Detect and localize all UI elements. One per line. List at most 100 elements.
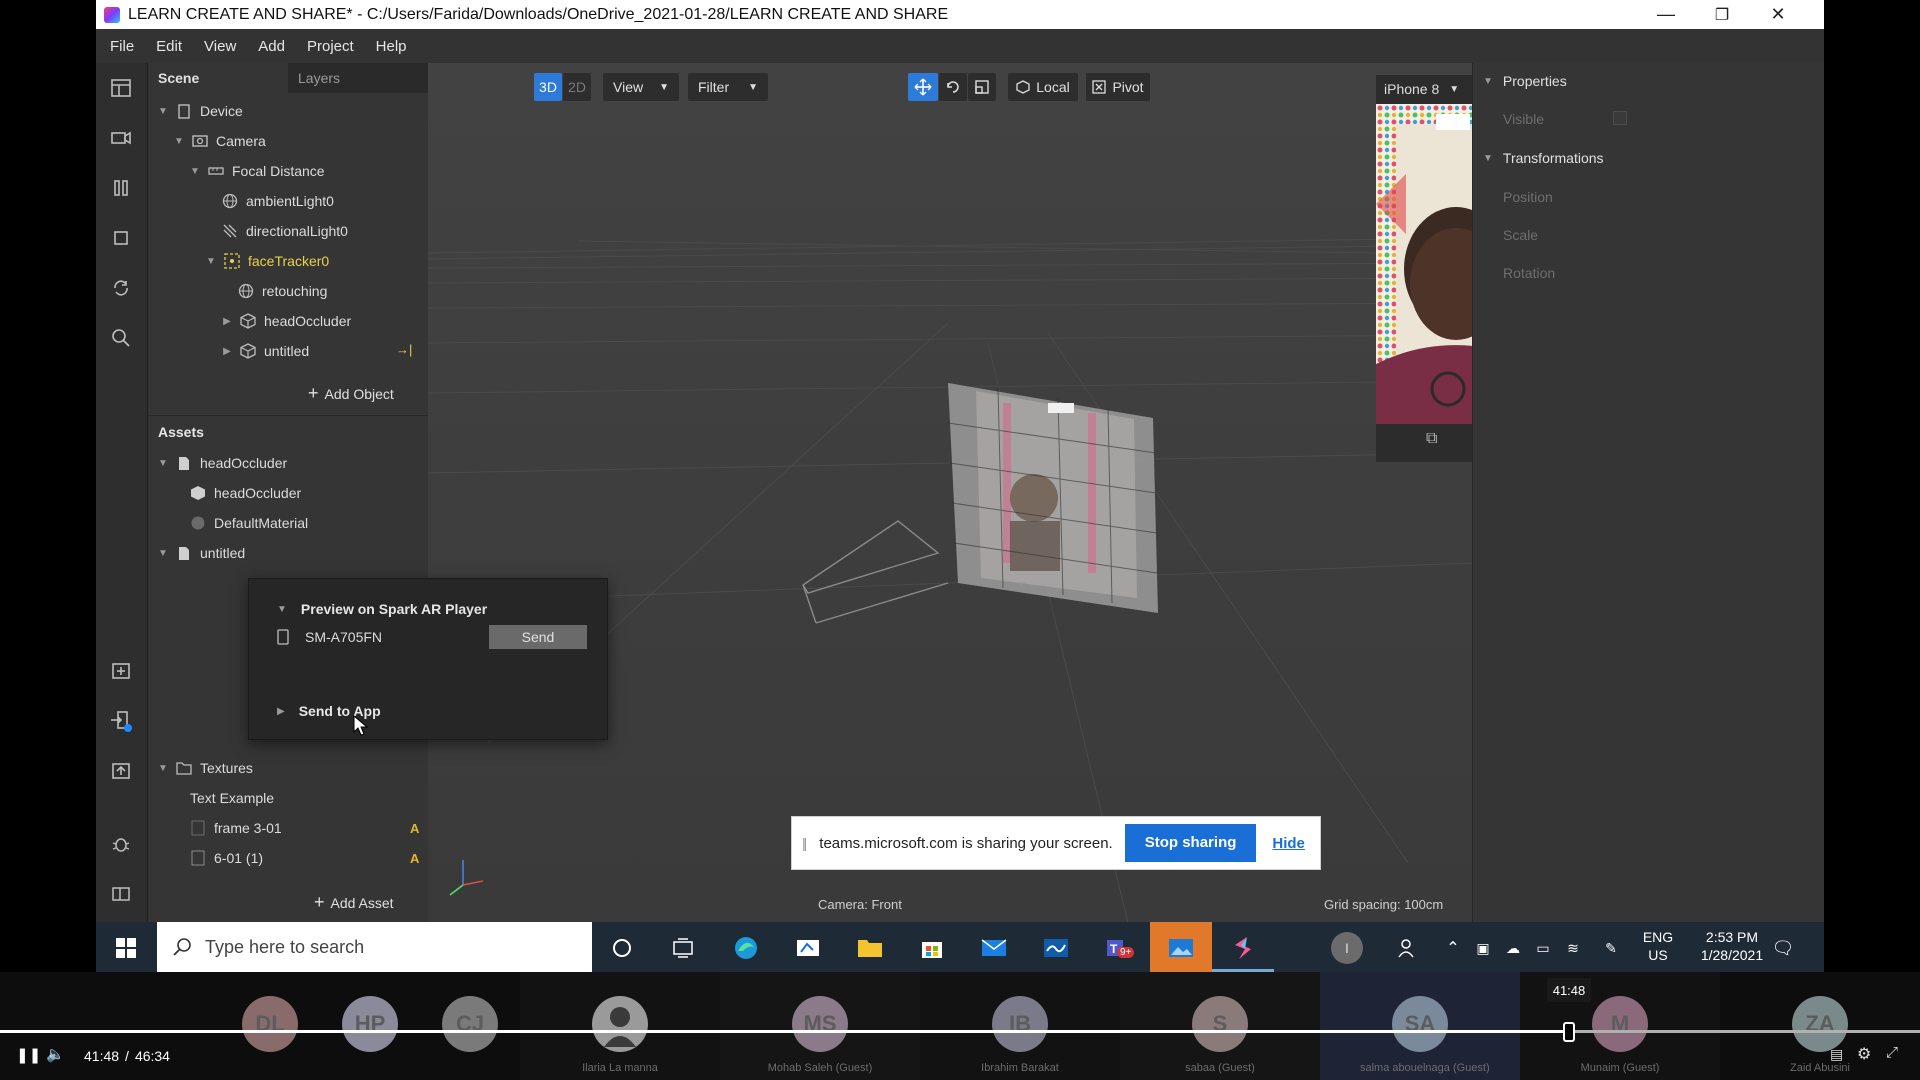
refresh-icon[interactable]	[108, 275, 134, 301]
collapse-arrow-icon[interactable]: ▼	[190, 166, 200, 177]
panel-toggle-icon[interactable]	[108, 881, 134, 907]
search-icon[interactable]	[108, 325, 134, 351]
participant-avatar[interactable]: HP	[342, 996, 398, 1052]
device-select[interactable]: iPhone 8	[1384, 81, 1439, 97]
bug-icon[interactable]	[108, 831, 134, 857]
collapse-arrow-icon[interactable]: ▼	[277, 604, 287, 615]
send-button[interactable]: Send	[489, 625, 587, 649]
tab-scene[interactable]: Scene	[148, 63, 288, 93]
participant-avatar[interactable]	[592, 996, 648, 1052]
participant-avatar[interactable]: ZA	[1792, 996, 1848, 1052]
send-to-device-icon[interactable]	[108, 708, 134, 734]
battery-icon[interactable]: ▭	[1528, 933, 1558, 963]
onedrive-icon[interactable]: ☁	[1498, 933, 1528, 963]
participant-avatar[interactable]: M	[1592, 996, 1648, 1052]
people-icon[interactable]	[1393, 933, 1423, 963]
collapse-arrow-icon[interactable]: ▼	[1483, 76, 1493, 87]
participant-avatar[interactable]: SA	[1392, 996, 1448, 1052]
asset-item-text-example[interactable]: Text Example	[190, 783, 274, 813]
video-scrubber-handle[interactable]	[1563, 1022, 1575, 1042]
view-dropdown[interactable]: View ▼	[603, 73, 679, 101]
menu-project[interactable]: Project	[307, 38, 354, 55]
drag-handle-icon[interactable]: ||	[802, 835, 807, 851]
simulator-screen[interactable]	[1376, 104, 1472, 424]
asset-item-6-01[interactable]: 6-01 (1)	[190, 843, 263, 873]
pivot-button[interactable]: Pivot	[1086, 73, 1150, 101]
scene-viewport[interactable]: 3D 2D View ▼ Filter ▼ Local Pivot iPhone…	[428, 63, 1472, 923]
preview-section-header[interactable]: ▼ Preview on Spark AR Player	[277, 601, 487, 617]
tab-layers[interactable]: Layers	[288, 63, 428, 93]
minimize-button[interactable]: —	[1638, 0, 1694, 29]
file-explorer-icon[interactable]	[855, 933, 885, 963]
scene-item-camera[interactable]: ▼ Camera	[174, 126, 266, 156]
photos-icon[interactable]	[1166, 933, 1196, 963]
pen-icon[interactable]: ✎	[1596, 933, 1626, 963]
menu-file[interactable]: File	[110, 38, 134, 55]
2d-toggle-button[interactable]: 2D	[563, 73, 591, 101]
menu-help[interactable]: Help	[376, 38, 407, 55]
scale-tool-icon[interactable]	[968, 73, 996, 101]
3d-toggle-button[interactable]: 3D	[534, 73, 562, 101]
sway-icon[interactable]	[1041, 933, 1071, 963]
scene-item-retouching[interactable]: retouching	[238, 276, 327, 306]
microsoft-store-icon[interactable]	[917, 933, 947, 963]
visible-checkbox[interactable]	[1613, 111, 1627, 125]
collapse-arrow-icon[interactable]: ▼	[158, 763, 168, 774]
scene-item-device[interactable]: ▼ Device	[158, 96, 243, 126]
link-arrow-icon[interactable]: →|	[396, 342, 412, 357]
taskbar-search-box[interactable]: Type here to search	[157, 922, 592, 972]
notifications-icon[interactable]: 🗨	[1768, 933, 1798, 963]
show-hidden-icons-icon[interactable]: ⌃	[1438, 933, 1468, 963]
collapse-arrow-icon[interactable]: ▼	[158, 548, 168, 559]
layout-icon[interactable]	[108, 75, 134, 101]
asset-item-frame-3-01[interactable]: frame 3-01	[190, 813, 282, 843]
mail-icon[interactable]	[979, 933, 1009, 963]
whiteboard-icon[interactable]	[793, 933, 823, 963]
pause-icon[interactable]: ❚❚	[16, 1046, 41, 1064]
spark-ar-taskbar-icon[interactable]	[1228, 933, 1258, 963]
screenshot-icon[interactable]: ⧉	[1426, 430, 1437, 448]
collapse-arrow-icon[interactable]: ▼	[1483, 153, 1493, 164]
user-account-avatar[interactable]: I	[1331, 932, 1363, 964]
scene-item-ambient-light[interactable]: ambientLight0	[222, 186, 334, 216]
edge-browser-icon[interactable]	[731, 933, 761, 963]
microsoft-teams-icon[interactable]: T 9+	[1103, 933, 1135, 963]
expand-arrow-icon[interactable]: ▶	[222, 316, 232, 327]
restore-button[interactable]: ❐	[1694, 0, 1750, 29]
participant-avatar[interactable]: MS	[792, 996, 848, 1052]
properties-header[interactable]: ▼ Properties	[1483, 73, 1567, 89]
move-tool-icon[interactable]	[908, 73, 938, 101]
menu-edit[interactable]: Edit	[156, 38, 182, 55]
camera-tray-icon[interactable]: ▣	[1468, 933, 1498, 963]
pause-icon[interactable]	[108, 175, 134, 201]
settings-gear-icon[interactable]: ⚙	[1857, 1044, 1871, 1064]
asset-item-textures[interactable]: ▼ Textures	[158, 753, 253, 783]
scene-item-directional-light[interactable]: directionalLight0	[222, 216, 348, 246]
upload-icon[interactable]	[108, 758, 134, 784]
scene-item-focal-distance[interactable]: ▼ Focal Distance	[190, 156, 325, 186]
menu-add[interactable]: Add	[258, 38, 285, 55]
collapse-arrow-icon[interactable]: ▼	[158, 458, 168, 469]
wifi-icon[interactable]: ≋	[1558, 933, 1588, 963]
volume-icon[interactable]: 🔈	[46, 1045, 65, 1063]
hide-link[interactable]: Hide	[1272, 835, 1305, 852]
cortana-icon[interactable]	[607, 933, 637, 963]
close-button[interactable]: ✕	[1750, 0, 1806, 29]
scene-item-head-occluder[interactable]: ▶ headOccluder	[222, 306, 351, 336]
scene-item-face-tracker[interactable]: ▼ faceTracker0	[206, 246, 329, 276]
scene-item-untitled[interactable]: ▶ untitled	[222, 336, 309, 366]
collapse-arrow-icon[interactable]: ▼	[174, 136, 184, 147]
language-indicator[interactable]: ENG US	[1640, 928, 1676, 964]
local-space-button[interactable]: Local	[1008, 73, 1078, 101]
import-folder-icon[interactable]	[108, 658, 134, 684]
add-object-button[interactable]: + Add Object	[308, 383, 394, 404]
participant-avatar[interactable]: S	[1192, 996, 1248, 1052]
collapse-arrow-icon[interactable]: ▼	[206, 256, 216, 267]
asset-item-head-occluder-folder[interactable]: ▼ headOccluder	[158, 448, 287, 478]
stop-icon[interactable]	[108, 225, 134, 251]
windows-start-icon[interactable]	[111, 933, 141, 963]
transformations-header[interactable]: ▼ Transformations	[1483, 150, 1604, 166]
menu-view[interactable]: View	[204, 38, 236, 55]
asset-item-default-material[interactable]: DefaultMaterial	[190, 508, 308, 538]
stop-sharing-button[interactable]: Stop sharing	[1124, 824, 1257, 862]
